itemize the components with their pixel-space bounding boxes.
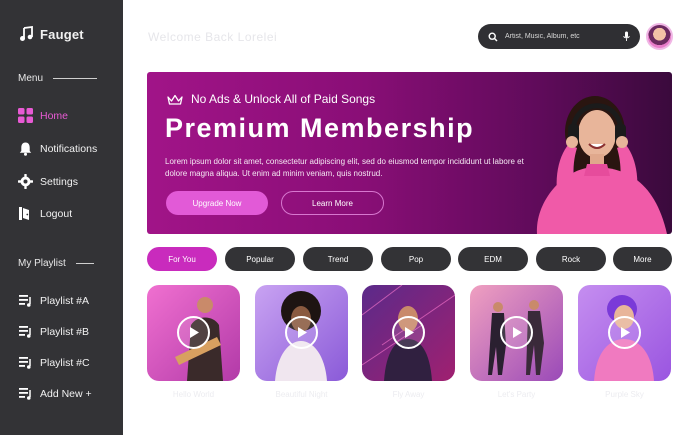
playlist-icon [19, 295, 31, 307]
sidebar-item-label: Notifications [40, 142, 98, 155]
play-button[interactable] [285, 316, 318, 349]
playlist-icon [19, 357, 31, 369]
play-icon [404, 327, 414, 338]
genre-chip-more[interactable]: More [613, 247, 672, 271]
play-icon [620, 327, 630, 338]
banner-tagline: No Ads & Unlock All of Paid Songs [191, 92, 376, 106]
microphone-icon[interactable] [623, 31, 630, 42]
music-note-icon [20, 26, 33, 41]
song-card[interactable] [470, 285, 563, 381]
banner-singer-image [536, 96, 667, 234]
welcome-greeting: Welcome Back Lorelei [148, 30, 278, 44]
user-avatar[interactable] [646, 23, 673, 50]
sidebar-item-label: Add New + [40, 387, 92, 400]
sidebar-item-playlist-c[interactable]: Playlist #C [18, 355, 90, 370]
crown-icon [167, 94, 183, 105]
genre-chip-trend[interactable]: Trend [303, 247, 373, 271]
sidebar-item-settings[interactable]: Settings [18, 174, 78, 189]
playlist-section-label: My Playlist [18, 258, 94, 269]
song-title: Purple Sky [605, 390, 644, 399]
sidebar-item-label: Settings [40, 175, 78, 188]
gear-icon [18, 174, 33, 189]
banner-description: Lorem ipsum dolor sit amet, consectetur … [165, 157, 524, 178]
learn-more-button[interactable]: Learn More [281, 191, 384, 215]
genre-chip-popular[interactable]: Popular [225, 247, 295, 271]
song-title: Fly Away [392, 390, 425, 399]
upgrade-now-button[interactable]: Upgrade Now [166, 191, 268, 215]
song-title: Beautiful Night [275, 390, 328, 399]
grid-icon [18, 108, 33, 123]
banner-title: Premium Membership [165, 113, 475, 143]
menu-divider [53, 78, 98, 79]
play-button[interactable] [608, 316, 641, 349]
genre-chip-for-you[interactable]: For You [147, 247, 217, 271]
song-card[interactable] [255, 285, 348, 381]
sidebar-item-label: Home [40, 109, 69, 122]
search-icon [488, 31, 498, 42]
play-icon [512, 327, 522, 338]
menu-section-label: Menu [18, 73, 98, 84]
genre-chip-rock[interactable]: Rock [536, 247, 606, 271]
play-button[interactable] [177, 316, 210, 349]
genre-chip-edm[interactable]: EDM [458, 247, 528, 271]
logout-icon [19, 207, 29, 220]
sidebar: Fauget Menu Home Notifications Settings … [0, 0, 123, 435]
premium-banner: No Ads & Unlock All of Paid Songs Premiu… [147, 72, 672, 234]
song-card[interactable] [578, 285, 671, 381]
menu-label: Menu [18, 73, 44, 84]
play-button[interactable] [500, 316, 533, 349]
playlist-icon [19, 388, 31, 400]
playlist-icon [19, 326, 31, 338]
app-logo[interactable]: Fauget [18, 26, 84, 42]
sidebar-item-add-new[interactable]: Add New + [18, 386, 92, 401]
sidebar-item-notifications[interactable]: Notifications [18, 141, 97, 156]
sidebar-item-label: Playlist #A [40, 294, 90, 307]
genre-chip-pop[interactable]: Pop [381, 247, 451, 271]
play-button[interactable] [392, 316, 425, 349]
play-icon [297, 327, 307, 338]
play-icon [189, 327, 199, 338]
sidebar-item-playlist-a[interactable]: Playlist #A [18, 293, 89, 308]
sidebar-item-home[interactable]: Home [18, 108, 68, 123]
song-title: Hello World [172, 390, 215, 399]
search-bar[interactable] [478, 24, 640, 49]
song-card[interactable] [147, 285, 240, 381]
bell-icon [19, 142, 32, 156]
sidebar-item-playlist-b[interactable]: Playlist #B [18, 324, 89, 339]
sidebar-item-label: Logout [40, 207, 73, 220]
playlist-label: My Playlist [18, 258, 66, 269]
sidebar-item-label: Playlist #B [40, 325, 90, 338]
song-card[interactable] [362, 285, 455, 381]
song-title: Let's Party [497, 390, 536, 399]
search-input[interactable] [505, 33, 616, 40]
app-name: Fauget [40, 26, 84, 42]
sidebar-item-logout[interactable]: Logout [18, 206, 72, 221]
playlist-divider [75, 263, 94, 264]
sidebar-item-label: Playlist #C [40, 356, 90, 369]
